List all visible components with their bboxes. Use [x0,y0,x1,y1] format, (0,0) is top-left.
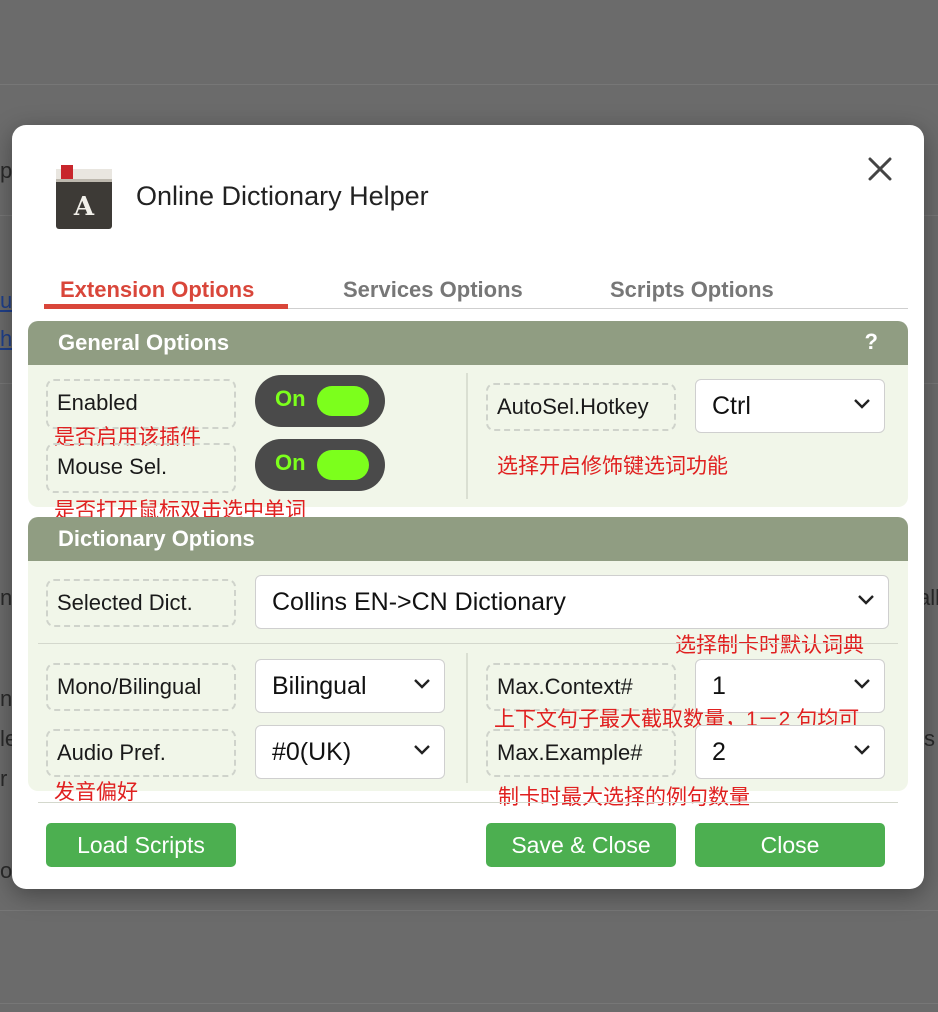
enabled-toggle[interactable]: On [255,375,385,427]
dialog-title: Online Dictionary Helper [136,181,429,211]
bg-link[interactable]: h [0,326,12,352]
max-example-select[interactable]: 2 [695,725,885,779]
chevron-down-icon [854,745,870,755]
footer-divider [38,802,898,803]
save-close-button[interactable]: Save & Close [486,823,676,867]
chevron-down-icon [858,595,874,605]
selected-dict-label: Selected Dict. [46,579,236,627]
options-dialog: A Online Dictionary Helper Extension Opt… [12,125,924,889]
bg-link[interactable]: u [0,288,12,314]
max-example-note: 制卡时最大选择的例句数量 [498,786,750,809]
max-example-value: 2 [712,738,726,766]
close-icon[interactable] [862,151,898,187]
mouse-sel-toggle-knob [317,450,369,480]
mono-bilingual-label: Mono/Bilingual [46,663,236,711]
tab-services-options[interactable]: Services Options [343,277,523,303]
active-tab-indicator [44,304,288,309]
mouse-sel-toggle[interactable]: On [255,439,385,491]
mouse-sel-toggle-text: On [275,450,306,475]
audio-pref-value: #0(UK) [272,738,352,766]
dictionary-book-icon: A [55,165,113,229]
help-icon[interactable]: ? [865,329,878,355]
load-scripts-button[interactable]: Load Scripts [46,823,236,867]
audio-pref-label: Audio Pref. [46,729,236,777]
app-icon-letter: A [73,192,95,222]
selected-dict-select[interactable]: Collins EN->CN Dictionary [255,575,889,629]
bg-text: p [0,158,13,183]
general-options-header: General Options ? [28,321,908,365]
hotkey-note: 选择开启修饰键选词功能 [497,455,728,478]
bg-divider [0,910,938,911]
chevron-down-icon [854,399,870,409]
dictionary-column-divider [466,653,468,783]
bg-divider [0,84,938,85]
chevron-down-icon [414,745,430,755]
tab-extension-options[interactable]: Extension Options [60,277,254,303]
enabled-toggle-text: On [275,386,306,411]
hotkey-select[interactable]: Ctrl [695,379,885,433]
tab-scripts-options[interactable]: Scripts Options [610,277,774,303]
dictionary-options-header: Dictionary Options [28,517,908,561]
selected-dict-value: Collins EN->CN Dictionary [272,588,566,616]
hotkey-label: AutoSel.Hotkey [486,383,676,431]
general-column-divider [466,373,468,499]
dictionary-options-title: Dictionary Options [58,526,255,551]
bg-divider [0,1003,938,1004]
max-example-label: Max.Example# [486,729,676,777]
close-button[interactable]: Close [695,823,885,867]
bg-text: n [0,585,13,610]
general-options-title: General Options [58,330,230,355]
hotkey-select-value: Ctrl [712,392,751,420]
dictionary-row-divider [38,643,898,644]
bg-text: s [924,726,935,751]
bg-text: o [0,858,13,883]
chevron-down-icon [414,679,430,689]
enabled-toggle-knob [317,386,369,416]
audio-pref-select[interactable]: #0(UK) [255,725,445,779]
mono-bilingual-value: Bilingual [272,672,367,700]
selected-dict-note: 选择制卡时默认词典 [675,634,864,657]
mouse-sel-label: Mouse Sel. [46,443,236,493]
chevron-down-icon [854,679,870,689]
max-context-value: 1 [712,672,726,700]
mono-bilingual-select[interactable]: Bilingual [255,659,445,713]
bg-text: r [0,766,8,791]
